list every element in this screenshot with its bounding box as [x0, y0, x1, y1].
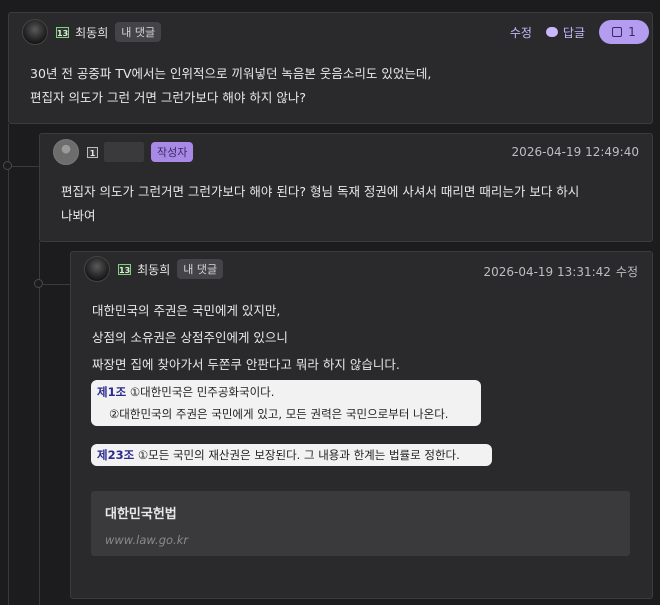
article-text: ②대한민국의 주권은 국민에게 있고, 모든 권력은 국민으로부터 나온다.: [109, 407, 449, 421]
preview-title: 대한민국헌법: [105, 507, 177, 522]
article-number: 제1조: [97, 385, 127, 399]
law-article-quote: 제23조 ①모든 국민의 재산권은 보장된다. 그 내용과 한계는 법률로 정한…: [91, 444, 492, 466]
chat-bubble-icon: [545, 27, 558, 37]
my-comment-badge: 내 댓글: [115, 22, 162, 42]
reply-button[interactable]: 답글: [545, 24, 585, 41]
article-text: ①모든 국민의 재산권은 보장된다. 그 내용과 한계는 법률로 정한다.: [137, 448, 460, 462]
comment-actions: 수정 답글 1: [510, 20, 649, 44]
law-article-quote: 제1조 ①대한민국은 민주공화국이다. ②대한민국의 주권은 국민에게 있고, …: [91, 380, 481, 426]
author-badge: 작성자: [151, 142, 194, 162]
edit-button[interactable]: 수정: [510, 24, 532, 41]
author-name[interactable]: [104, 142, 144, 162]
comment-body: 편집자 의도가 그런거면 그런가보다 해야 된다? 형님 독재 정권에 사셔서 …: [61, 180, 579, 228]
level-badge: 13: [118, 263, 132, 275]
timestamp: 2026-04-19 13:31:42: [483, 264, 611, 279]
like-count: 1: [628, 25, 636, 39]
comment-line: 편집자 의도가 그런거면 그런가보다 해야 된다? 형님 독재 정권에 사셔서 …: [61, 184, 580, 199]
thread-line: [8, 166, 39, 167]
thread-line: [39, 242, 40, 605]
thread-node: [3, 161, 12, 170]
level-badge: 1: [87, 146, 98, 158]
like-button[interactable]: 1: [599, 20, 649, 44]
author-name[interactable]: 최동희: [75, 24, 108, 41]
timestamp: 2026-04-19 12:49:40: [511, 145, 639, 159]
thumbs-up-icon: [612, 27, 623, 37]
thread-line: [8, 124, 9, 605]
thread-line: [39, 284, 70, 285]
my-comment-badge: 내 댓글: [177, 259, 224, 279]
comment-line: 대한민국의 주권은 국민에게 있지만,: [92, 303, 281, 318]
comment-header: 1 작성자: [53, 139, 194, 165]
reply-label: 답글: [562, 25, 585, 40]
comment-line: 편집자 의도가 그런 거면 그런가보다 해야 하지 않나?: [30, 90, 306, 105]
comment-line: 상점의 소유권은 상점주인에게 있으니: [92, 330, 288, 345]
comment-line: 짜장면 집에 찾아가서 두쫀쿠 안판다고 뭐라 하지 않습니다.: [92, 357, 400, 372]
comment-line: 30년 전 공중파 TV에서는 인위적으로 끼워넣던 녹음본 웃음소리도 있었는…: [30, 66, 432, 81]
comment-header: 13 최동희 내 댓글: [84, 256, 224, 282]
comment-line: 나봐여: [61, 208, 96, 223]
preview-url: www.law.go.kr: [105, 533, 189, 547]
avatar[interactable]: [53, 139, 79, 165]
avatar[interactable]: [22, 19, 48, 45]
link-preview[interactable]: 대한민국헌법 www.law.go.kr: [91, 491, 630, 556]
article-number: 제23조: [97, 448, 135, 462]
level-badge: 13: [56, 26, 70, 38]
comment-body: 대한민국의 주권은 국민에게 있지만, 상점의 소유권은 상점주인에게 있으니 …: [92, 297, 400, 378]
avatar[interactable]: [84, 256, 110, 282]
thread-node: [34, 279, 43, 288]
comment-meta: 2026-04-19 13:31:42 수정: [483, 263, 638, 280]
comment-meta: 2026-04-19 12:49:40: [512, 145, 639, 159]
comment-header: 13 최동희 내 댓글: [22, 19, 162, 45]
edit-button[interactable]: 수정: [616, 263, 638, 280]
article-text: ①대한민국은 민주공화국이다.: [129, 385, 275, 399]
comment-body: 30년 전 공중파 TV에서는 인위적으로 끼워넣던 녹음본 웃음소리도 있었는…: [30, 62, 431, 110]
author-name[interactable]: 최동희: [137, 261, 170, 278]
